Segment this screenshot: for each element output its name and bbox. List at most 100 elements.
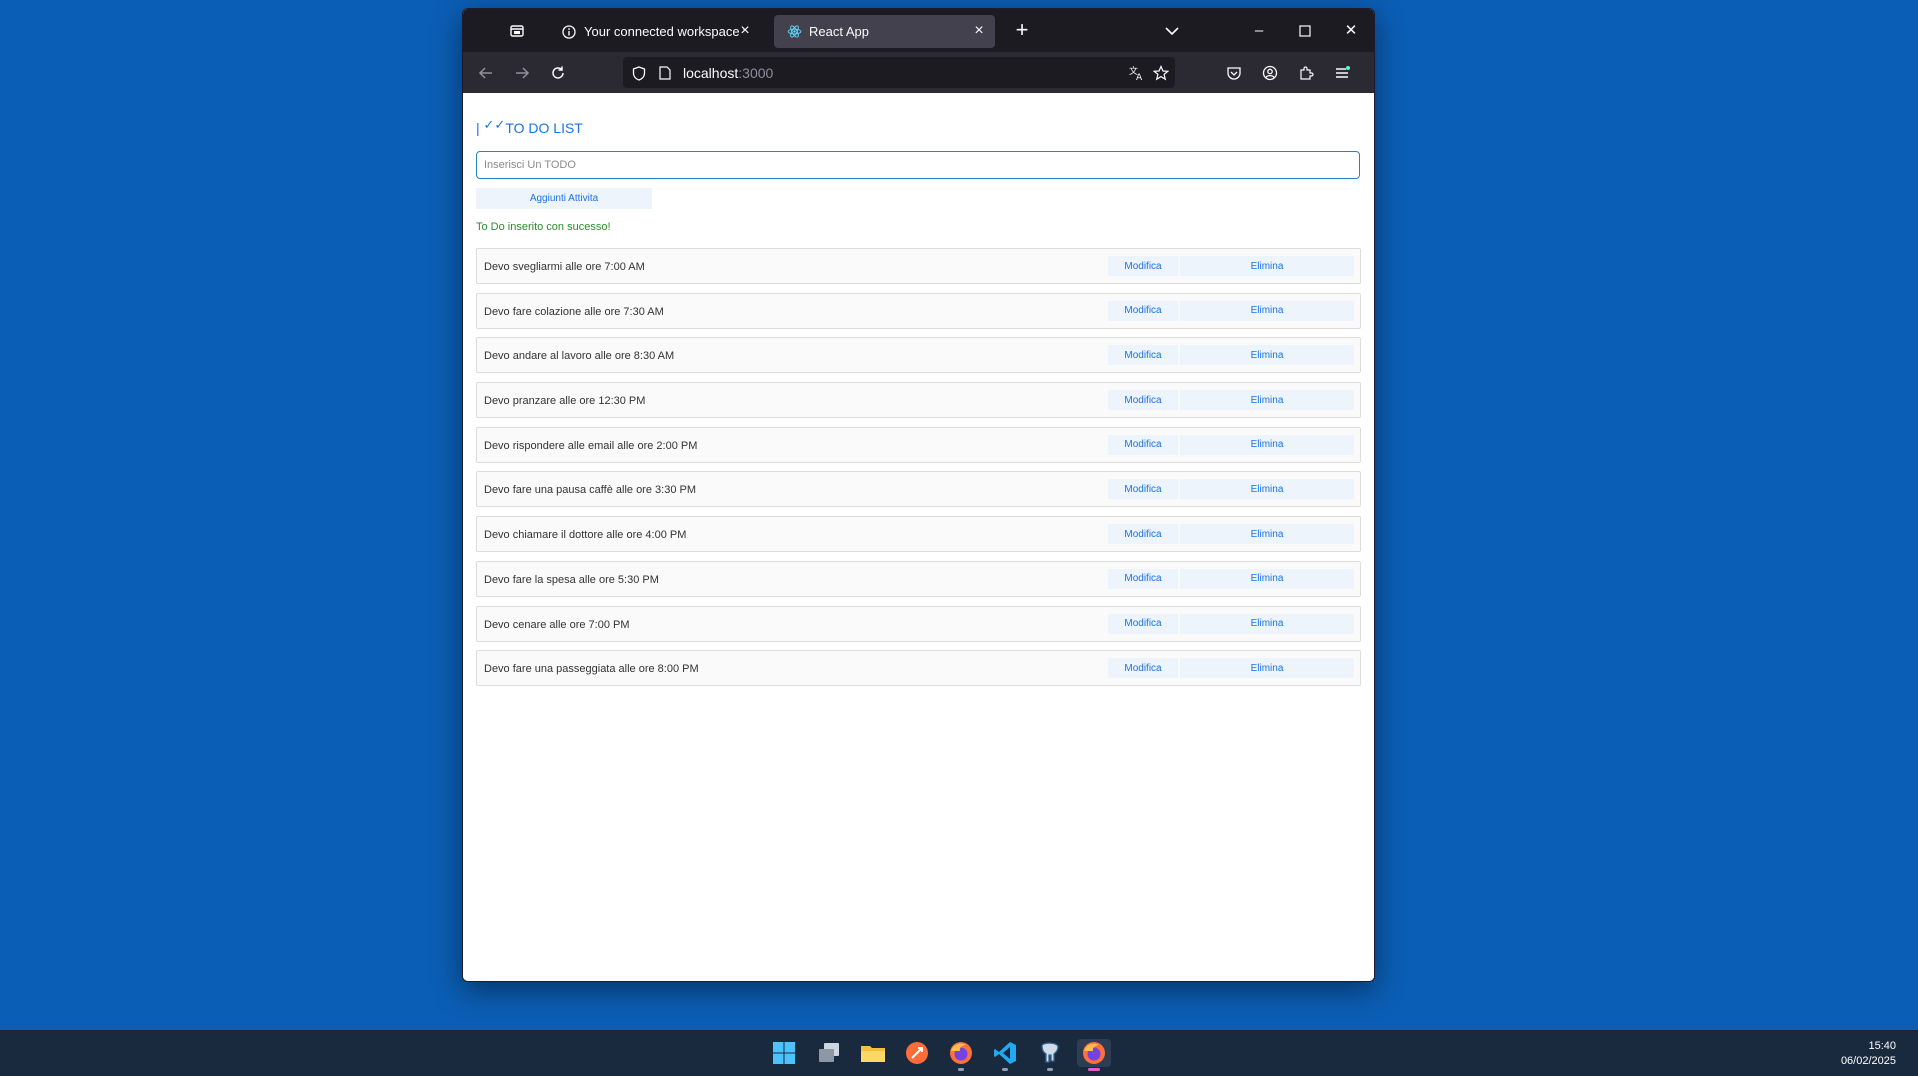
list-item: Devo fare una pausa caffè alle ore 3:30 … <box>476 471 1361 508</box>
reload-icon <box>552 66 564 79</box>
delete-button[interactable]: Elimina <box>1180 613 1354 634</box>
maximize-button[interactable] <box>1295 21 1315 41</box>
url-text[interactable]: localhost:3000 <box>683 65 773 81</box>
task-view-button[interactable] <box>815 1039 843 1067</box>
modify-button[interactable]: Modifica <box>1108 568 1178 589</box>
tab-close-icon[interactable]: × <box>737 23 753 39</box>
pocket-button[interactable] <box>1223 62 1245 84</box>
vscode-icon <box>994 1042 1016 1064</box>
new-tab-button[interactable]: + <box>1010 19 1034 43</box>
running-indicator <box>958 1068 964 1071</box>
list-item: Devo svegliarmi alle ore 7:00 AM Modific… <box>476 248 1361 284</box>
postgresql-elephant-icon <box>1041 1042 1059 1063</box>
modify-button[interactable]: Modifica <box>1108 524 1178 545</box>
back-button[interactable] <box>475 62 497 84</box>
title-text: TO DO LIST <box>505 120 583 136</box>
todo-text: Devo rispondere alle email alle ore 2:00… <box>484 439 698 452</box>
modify-button[interactable]: Modifica <box>1108 300 1178 321</box>
add-todo-button[interactable]: Aggiunti Attivita <box>476 188 652 209</box>
firefox-icon <box>1083 1042 1105 1064</box>
double-check-icon: ✓✓ <box>483 117 506 132</box>
pgadmin-button[interactable] <box>1036 1039 1064 1071</box>
todo-text: Devo fare una pausa caffè alle ore 3:30 … <box>484 484 696 497</box>
list-item: Devo chiamare il dottore alle ore 4:00 P… <box>476 516 1361 553</box>
modify-button[interactable]: Modifica <box>1108 658 1178 679</box>
list-item: Devo fare la spesa alle ore 5:30 PM Modi… <box>476 560 1361 597</box>
list-item: Devo pranzare alle ore 12:30 PM Modifica… <box>476 382 1361 419</box>
running-indicator <box>1002 1068 1008 1071</box>
modify-button[interactable]: Modifica <box>1108 613 1178 634</box>
firefox-active-taskbar-button[interactable] <box>1077 1039 1111 1071</box>
delete-button[interactable]: Elimina <box>1180 256 1354 276</box>
react-logo-icon <box>786 24 802 40</box>
clock-time: 15:40 <box>1868 1040 1896 1052</box>
hamburger-menu-icon <box>1336 66 1350 78</box>
delete-button[interactable]: Elimina <box>1180 300 1354 321</box>
running-indicator <box>1047 1068 1053 1071</box>
todo-text: Devo cenare alle ore 7:00 PM <box>484 618 630 631</box>
todo-text: Devo pranzare alle ore 12:30 PM <box>484 395 646 408</box>
task-view-icon <box>819 1043 839 1062</box>
tab-workspace[interactable]: Your connected workspace for wiki, docs … <box>549 15 761 48</box>
account-icon <box>1262 65 1278 81</box>
page-info-icon[interactable] <box>657 65 673 81</box>
list-item: Devo fare colazione alle ore 7:30 AM Mod… <box>476 292 1361 329</box>
modify-button[interactable]: Modifica <box>1108 434 1178 455</box>
delete-button[interactable]: Elimina <box>1180 658 1354 679</box>
todo-text: Devo svegliarmi alle ore 7:00 AM <box>484 261 645 273</box>
tab-close-icon[interactable]: × <box>971 23 987 39</box>
todo-text: Devo andare al lavoro alle ore 8:30 AM <box>484 350 675 363</box>
delete-button[interactable]: Elimina <box>1180 524 1354 545</box>
bookmark-star-icon[interactable] <box>1153 65 1169 81</box>
browser-window: Your connected workspace for wiki, docs … <box>462 8 1375 982</box>
page-content: | ✓✓TO DO LIST Aggiunti Attivita To Do i… <box>463 93 1374 981</box>
pocket-icon <box>1227 67 1241 80</box>
start-button[interactable] <box>770 1039 798 1067</box>
back-arrow-icon <box>478 67 492 79</box>
todo-text: Devo chiamare il dottore alle ore 4:00 P… <box>484 529 687 542</box>
firefox-view-button[interactable] <box>503 19 531 43</box>
url-port: :3000 <box>738 65 774 81</box>
vscode-button[interactable] <box>991 1039 1019 1071</box>
system-clock[interactable]: 15:40 06/02/2025 <box>1841 1039 1896 1069</box>
modify-button[interactable]: Modifica <box>1108 256 1178 276</box>
todo-input[interactable] <box>476 151 1360 179</box>
tab-label: React App <box>809 24 869 39</box>
modify-button[interactable]: Modifica <box>1108 390 1178 411</box>
delete-button[interactable]: Elimina <box>1180 479 1354 500</box>
success-message: To Do inserito con sucesso! <box>476 221 611 233</box>
list-all-tabs-chevron-icon[interactable] <box>1163 22 1181 40</box>
delete-button[interactable]: Elimina <box>1180 568 1354 589</box>
delete-button[interactable]: Elimina <box>1180 345 1354 366</box>
app-menu-button[interactable] <box>1331 62 1353 84</box>
file-explorer-button[interactable] <box>859 1039 887 1067</box>
todo-text: Devo fare colazione alle ore 7:30 AM <box>484 305 664 318</box>
modify-button[interactable]: Modifica <box>1108 479 1178 500</box>
delete-button[interactable]: Elimina <box>1180 390 1354 411</box>
todo-list: Devo svegliarmi alle ore 7:00 AM Modific… <box>476 248 1361 695</box>
tab-label: Your connected workspace for wiki, docs … <box>584 24 744 39</box>
postman-button[interactable] <box>903 1039 931 1067</box>
extensions-button[interactable] <box>1295 62 1317 84</box>
svg-text:A: A <box>1136 73 1143 81</box>
close-window-button[interactable]: ✕ <box>1341 21 1361 41</box>
clock-date: 06/02/2025 <box>1840 1055 1896 1067</box>
firefox-icon <box>950 1042 972 1064</box>
tracking-protection-shield-icon[interactable] <box>631 65 647 81</box>
windows-logo-icon <box>773 1042 795 1064</box>
browser-navbar: localhost:3000 文A <box>463 52 1374 93</box>
forward-button[interactable] <box>511 62 533 84</box>
browser-titlebar: Your connected workspace for wiki, docs … <box>463 9 1374 52</box>
delete-button[interactable]: Elimina <box>1180 434 1354 455</box>
minimize-button[interactable]: – <box>1249 21 1269 41</box>
firefox-taskbar-button[interactable] <box>947 1039 975 1071</box>
translate-icon[interactable]: 文A <box>1129 65 1145 81</box>
account-button[interactable] <box>1259 62 1281 84</box>
url-bar[interactable]: localhost:3000 文A <box>623 57 1175 88</box>
todo-text: Devo fare una passeggiata alle ore 8:00 … <box>484 663 699 676</box>
modify-button[interactable]: Modifica <box>1108 345 1178 366</box>
maximize-icon <box>1299 25 1311 37</box>
reload-button[interactable] <box>547 62 569 84</box>
tab-react-app[interactable]: React App × <box>774 15 995 48</box>
todo-text: Devo fare la spesa alle ore 5:30 PM <box>484 573 659 586</box>
